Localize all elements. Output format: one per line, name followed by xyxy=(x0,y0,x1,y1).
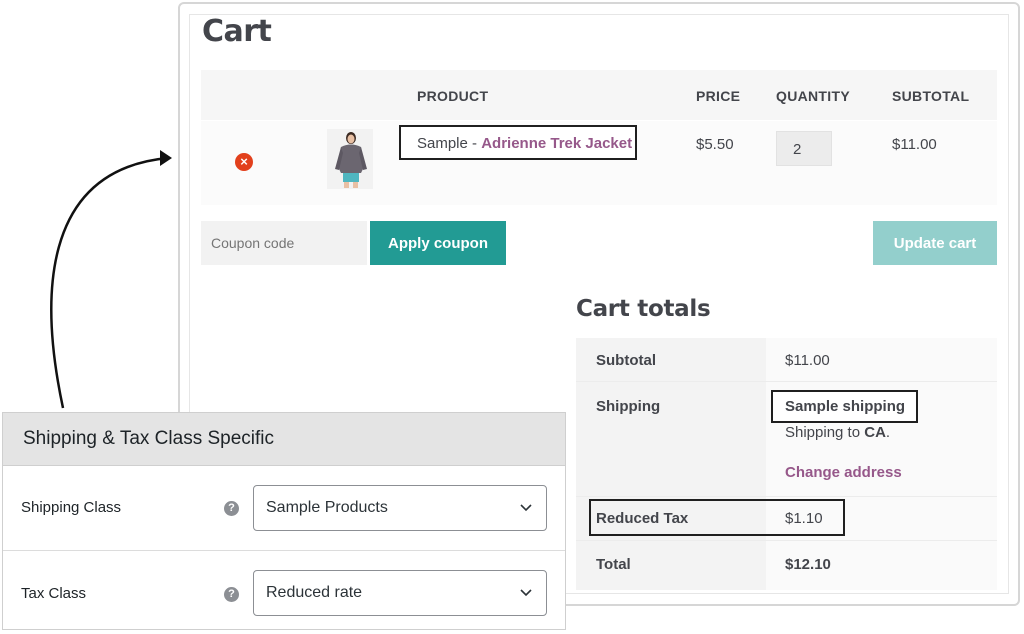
shipping-class-value: Sample Products xyxy=(266,499,388,516)
shipping-class-select[interactable]: Sample Products xyxy=(253,485,547,531)
settings-divider xyxy=(3,550,565,551)
shipping-class-label: Shipping Class xyxy=(21,499,122,516)
help-icon[interactable]: ? xyxy=(224,587,239,602)
tax-class-label: Tax Class xyxy=(21,585,87,602)
tax-class-value: Reduced rate xyxy=(266,584,363,601)
help-icon[interactable]: ? xyxy=(224,501,239,516)
shipping-tax-settings-panel: Shipping & Tax Class Specific Shipping C… xyxy=(2,412,566,630)
settings-header: Shipping & Tax Class Specific xyxy=(3,413,565,466)
chevron-down-icon xyxy=(520,504,532,512)
chevron-down-icon xyxy=(520,589,532,597)
tax-class-select[interactable]: Reduced rate xyxy=(253,570,547,616)
settings-title: Shipping & Tax Class Specific xyxy=(23,428,274,449)
